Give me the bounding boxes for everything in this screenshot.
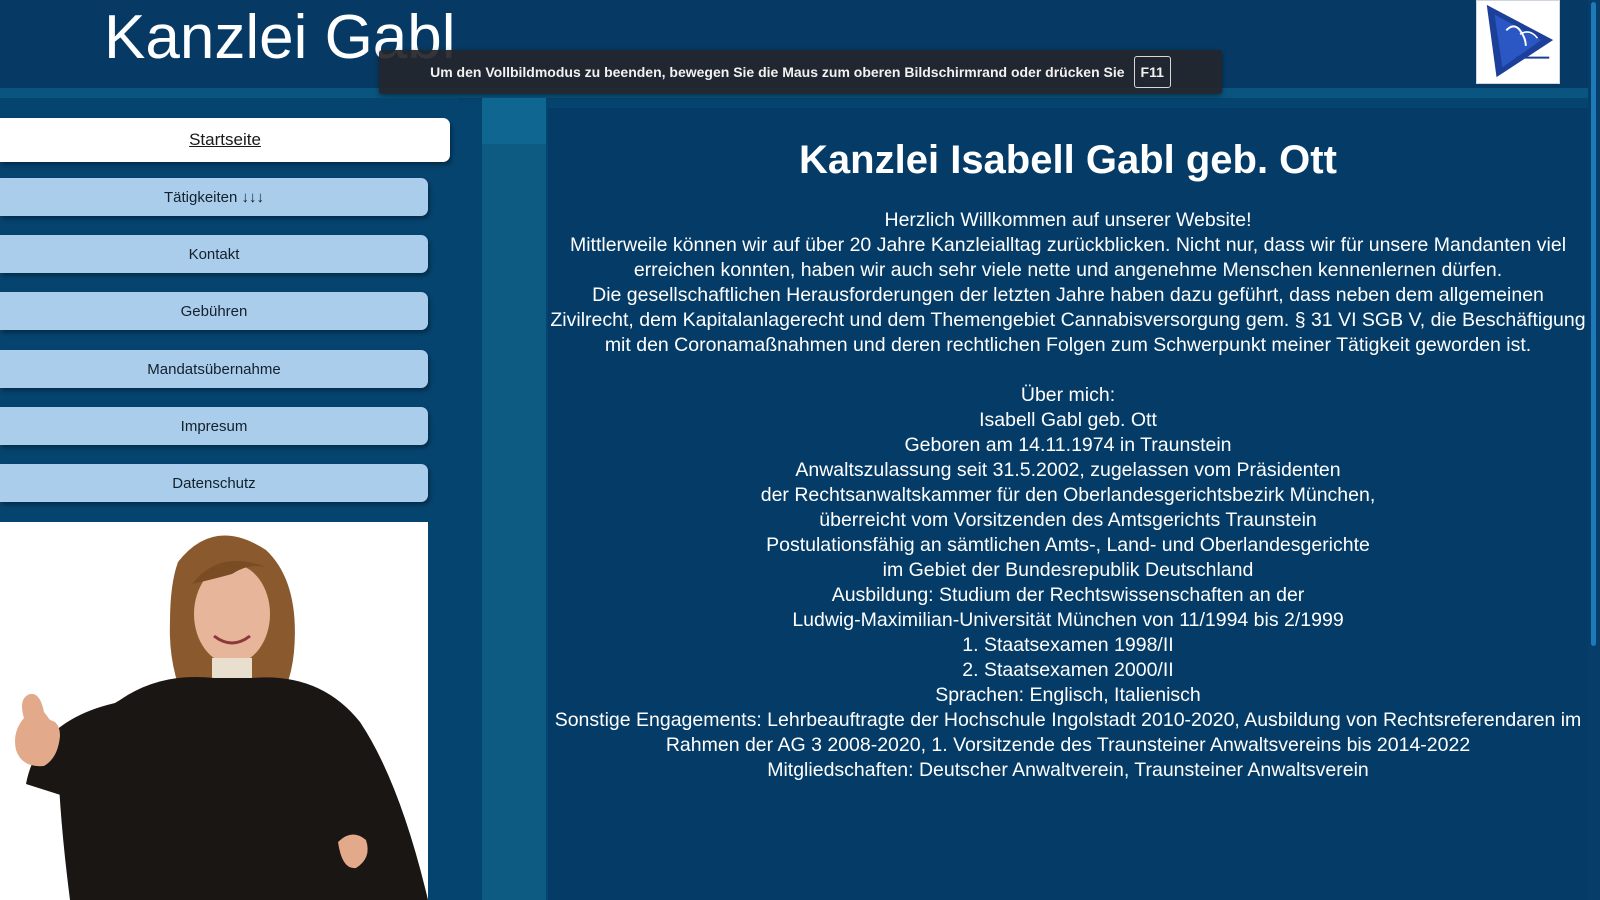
about-line: der Rechtsanwaltskammer für den Oberland… [760,484,1376,506]
nav-item-gebuehren[interactable]: Gebühren [0,292,428,330]
nav-item-impresum[interactable]: Impresum [0,407,428,445]
nav-item-datenschutz[interactable]: Datenschutz [0,464,428,502]
intro-paragraph-2: Die gesellschaftlichen Herausforderungen… [550,284,1586,356]
about-line: Anwaltszulassung seit 31.5.2002, zugelas… [795,459,1341,481]
divider-column [482,98,546,900]
about-line: im Gebiet der Bundesrepublik Deutschland [882,559,1254,581]
divider-column-cap [482,98,546,144]
about-line: 2. Staatsexamen 2000/II [962,659,1174,681]
nav-item-startseite[interactable]: Startseite [0,118,450,162]
about-line: Ludwig-Maximilian-Universität München vo… [792,609,1344,631]
nav-item-taetigkeiten[interactable]: Tätigkeiten ↓↓↓ [0,178,428,216]
f11-key-badge: F11 [1133,56,1171,88]
about-line: Geboren am 14.11.1974 in Traunstein [904,434,1232,456]
main-content: Kanzlei Isabell Gabl geb. Ott Herzlich W… [548,108,1588,900]
about-heading: Über mich: [1020,384,1116,406]
nav-item-kontakt[interactable]: Kontakt [0,235,428,273]
about-line: Isabell Gabl geb. Ott [979,409,1157,431]
page-heading: Kanzlei Isabell Gabl geb. Ott [799,138,1337,182]
page-scrollbar[interactable] [1588,0,1600,900]
about-line: überreicht vom Vorsitzenden des Amtsgeri… [819,509,1317,531]
fullscreen-notice-text: Um den Vollbildmodus zu beenden, bewegen… [430,64,1125,80]
nav-item-mandatsuebernahme[interactable]: Mandatsübernahme [0,350,428,388]
lawyer-portrait-photo [0,522,428,900]
welcome-text: Herzlich Willkommen auf unserer Website! [884,209,1252,231]
kanzlei-logo-icon[interactable] [1476,0,1560,84]
fullscreen-exit-notice: Um den Vollbildmodus zu beenden, bewegen… [379,50,1222,94]
about-line: Postulationsfähig an sämtlichen Amts-, L… [766,534,1370,556]
scrollbar-thumb[interactable] [1591,2,1596,646]
about-line: Sonstige Engagements: Lehrbeauftragte de… [554,709,1582,756]
about-line: Mitgliedschaften: Deutscher Anwaltverein… [767,759,1369,781]
about-line: Sprachen: Englisch, Italienisch [935,684,1201,706]
intro-paragraph-1: Mittlerweile können wir auf über 20 Jahr… [569,234,1567,281]
content-text: Herzlich Willkommen auf unserer Website!… [548,208,1588,783]
about-line: Ausbildung: Studium der Rechtswissenscha… [831,584,1305,606]
about-line: 1. Staatsexamen 1998/II [962,634,1174,656]
